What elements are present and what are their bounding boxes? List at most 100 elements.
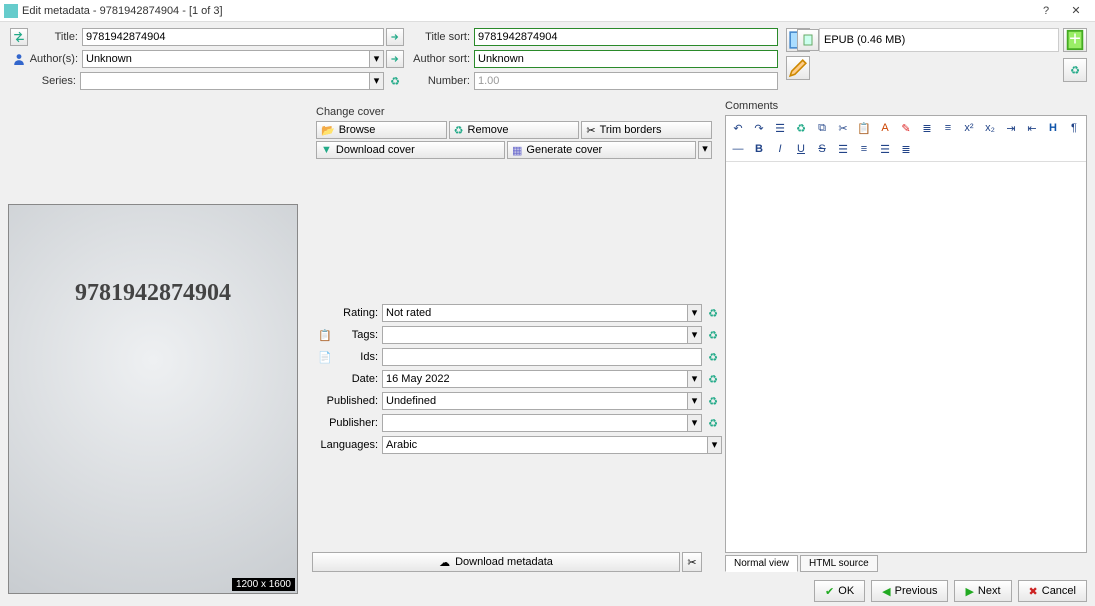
paste-icon[interactable]: 📋 [855, 119, 873, 137]
trim-button[interactable]: ✂Trim borders [581, 121, 712, 139]
number-input[interactable] [474, 72, 778, 90]
recycle-format-button[interactable]: ♻ [1063, 58, 1087, 82]
generate-cover-button[interactable]: ▦Generate cover [507, 141, 696, 159]
languages-label: Languages: [316, 439, 378, 451]
ok-button[interactable]: ✔OK [814, 580, 865, 602]
help-button[interactable]: ? [1031, 5, 1061, 17]
titlebar: Edit metadata - 9781942874904 - [1 of 3]… [0, 0, 1095, 22]
cover-dimensions: 1200 x 1600 [232, 578, 295, 591]
comments-label: Comments [725, 100, 1087, 112]
align-center-icon[interactable]: ≡ [855, 140, 873, 158]
authors-dropdown[interactable]: ▾ [370, 50, 384, 68]
hr-icon[interactable]: — [729, 140, 747, 158]
cut-icon[interactable]: ✂ [834, 119, 852, 137]
author-to-sort-icon[interactable] [386, 50, 404, 68]
comments-textarea[interactable] [726, 162, 1086, 552]
authors-input[interactable] [82, 50, 370, 68]
strike-icon[interactable]: S [813, 140, 831, 158]
indent-icon[interactable]: ⇥ [1002, 119, 1020, 137]
rating-dd[interactable]: ▾ [688, 304, 702, 322]
tags-edit-icon[interactable]: 📋 [316, 326, 334, 344]
ul-icon[interactable]: ≣ [918, 119, 936, 137]
download-metadata-button[interactable]: ☁Download metadata [312, 552, 680, 572]
window-title: Edit metadata - 9781942874904 - [1 of 3] [22, 5, 1031, 17]
undo-icon[interactable]: ↶ [729, 119, 747, 137]
format-dd-icon[interactable]: ¶ [1065, 119, 1083, 137]
next-button[interactable]: ▶Next [954, 580, 1011, 602]
download-cover-button[interactable]: ▼Download cover [316, 141, 505, 159]
rating-clear[interactable]: ♻ [704, 304, 722, 322]
comments-editor[interactable]: ↶ ↷ ☰ ♻ ⧉ ✂ 📋 A ✎ ≣ ≡ x² x₂ ⇥ ⇤ H ¶ — B … [725, 115, 1087, 553]
align-justify-icon[interactable]: ≣ [897, 140, 915, 158]
title-label: Title: [28, 31, 78, 43]
cover-image[interactable]: 9781942874904 1200 x 1600 [8, 204, 298, 594]
cancel-button[interactable]: ✖Cancel [1018, 580, 1087, 602]
sup-icon[interactable]: x² [960, 119, 978, 137]
published-clear[interactable]: ♻ [704, 392, 722, 410]
date-input[interactable] [382, 370, 688, 388]
previous-button[interactable]: ◀Previous [871, 580, 948, 602]
align-left-icon[interactable]: ☰ [834, 140, 852, 158]
series-input[interactable] [80, 72, 370, 90]
published-dd[interactable]: ▾ [688, 392, 702, 410]
redo-icon[interactable]: ↷ [750, 119, 768, 137]
align-right-icon[interactable]: ☰ [876, 140, 894, 158]
tags-dd[interactable]: ▾ [688, 326, 702, 344]
editor-toolbar: ↶ ↷ ☰ ♻ ⧉ ✂ 📋 A ✎ ≣ ≡ x² x₂ ⇥ ⇤ H ¶ — B … [726, 116, 1086, 162]
edit-metadata-icon[interactable] [786, 56, 810, 80]
remove-format-icon[interactable]: ♻ [792, 119, 810, 137]
outdent-icon[interactable]: ⇤ [1023, 119, 1041, 137]
browse-button[interactable]: 📂Browse [316, 121, 447, 139]
sub-icon[interactable]: x₂ [981, 119, 999, 137]
close-button[interactable]: ✕ [1061, 4, 1091, 17]
ids-clear[interactable]: ♻ [704, 348, 722, 366]
date-dd[interactable]: ▾ [688, 370, 702, 388]
languages-input[interactable] [382, 436, 708, 454]
heading-icon[interactable]: H [1044, 119, 1062, 137]
ids-label: Ids: [334, 351, 378, 363]
publisher-clear[interactable]: ♻ [704, 414, 722, 432]
titlesort-input[interactable] [474, 28, 778, 46]
remove-button[interactable]: ♻Remove [449, 121, 580, 139]
series-clear-icon[interactable]: ♻ [386, 72, 404, 90]
titlesort-label: Title sort: [412, 31, 470, 43]
italic-icon[interactable]: I [771, 140, 789, 158]
publisher-dd[interactable]: ▾ [688, 414, 702, 432]
number-label: Number: [412, 75, 470, 87]
languages-dd[interactable]: ▾ [708, 436, 722, 454]
fg-color-icon[interactable]: ✎ [897, 119, 915, 137]
swap-title-icon[interactable] [10, 28, 28, 46]
change-cover-label: Change cover [316, 106, 712, 118]
series-dropdown[interactable]: ▾ [370, 72, 384, 90]
ids-paste-icon[interactable]: 📄 [316, 348, 334, 366]
published-input[interactable] [382, 392, 688, 410]
bold-icon[interactable]: B [750, 140, 768, 158]
select-all-icon[interactable]: ☰ [771, 119, 789, 137]
tab-normal-view[interactable]: Normal view [725, 555, 798, 572]
publisher-input[interactable] [382, 414, 688, 432]
underline-icon[interactable]: U [792, 140, 810, 158]
rating-input[interactable] [382, 304, 688, 322]
download-metadata-config[interactable]: ✂ [682, 552, 702, 572]
format-icon[interactable] [797, 29, 819, 51]
person-icon [10, 50, 28, 68]
publisher-label: Publisher: [316, 417, 378, 429]
app-icon [4, 4, 18, 18]
bg-color-icon[interactable]: A [876, 119, 894, 137]
authors-label: Author(s): [28, 53, 78, 65]
authorsort-input[interactable] [474, 50, 778, 68]
date-clear[interactable]: ♻ [704, 370, 722, 388]
tags-input[interactable] [382, 326, 688, 344]
tags-clear[interactable]: ♻ [704, 326, 722, 344]
copy-icon[interactable]: ⧉ [813, 119, 831, 137]
title-to-sort-icon[interactable] [386, 28, 404, 46]
generate-dropdown[interactable]: ▾ [698, 141, 712, 159]
add-format-button[interactable]: + [1063, 28, 1087, 52]
title-input[interactable] [82, 28, 384, 46]
format-label[interactable]: EPUB (0.46 MB) [819, 28, 1059, 52]
svg-text:+: + [1069, 29, 1081, 51]
ol-icon[interactable]: ≡ [939, 119, 957, 137]
ids-input[interactable] [382, 348, 702, 366]
published-label: Published: [316, 395, 378, 407]
tab-html-source[interactable]: HTML source [800, 555, 878, 572]
